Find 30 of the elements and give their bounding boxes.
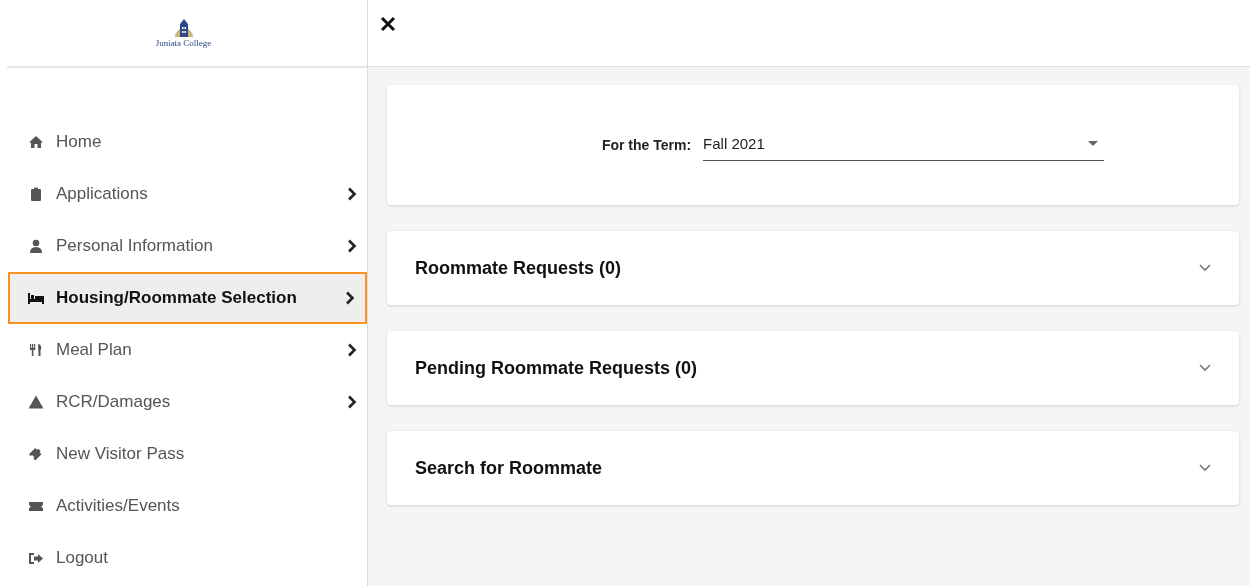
term-label: For the Term: [601, 137, 692, 153]
chevron-down-icon [1199, 264, 1211, 272]
sidebar-item[interactable]: Housing/Roommate Selection [8, 272, 367, 324]
dropdown-caret-icon [1088, 141, 1099, 146]
sidebar-item[interactable]: Personal Information [0, 220, 367, 272]
logout-icon [28, 551, 44, 565]
close-icon [380, 16, 396, 32]
person-icon [28, 239, 44, 253]
sidebar-item[interactable]: Home [0, 116, 367, 168]
logo-text: Juniata College [155, 38, 212, 48]
building-icon [172, 18, 195, 38]
warning-icon [28, 395, 44, 409]
accordion-header[interactable]: Search for Roommate [387, 431, 1239, 505]
accordion-header[interactable]: Roommate Requests (0) [387, 231, 1239, 305]
ticket-icon [28, 499, 44, 513]
sidebar-item[interactable]: Activities/Events [0, 480, 367, 532]
clipboard-icon [28, 187, 44, 201]
fork-knife-icon [28, 343, 44, 357]
sidebar-item[interactable]: RCR/Damages [0, 376, 367, 428]
sidebar-item[interactable]: New Visitor Pass [0, 428, 367, 480]
home-icon [28, 135, 44, 149]
sidebar-item[interactable]: Applications [0, 168, 367, 220]
bed-icon [28, 291, 44, 305]
chevron-down-icon [1199, 464, 1211, 472]
accordion-header[interactable]: Pending Roommate Requests (0) [387, 331, 1239, 405]
ticket-icon [28, 447, 44, 461]
term-select[interactable]: Fall 2021 [703, 129, 1105, 161]
sidebar-item[interactable]: Logout [0, 532, 367, 584]
sidebar-item[interactable]: Meal Plan [0, 324, 367, 376]
chevron-down-icon [1199, 364, 1211, 372]
